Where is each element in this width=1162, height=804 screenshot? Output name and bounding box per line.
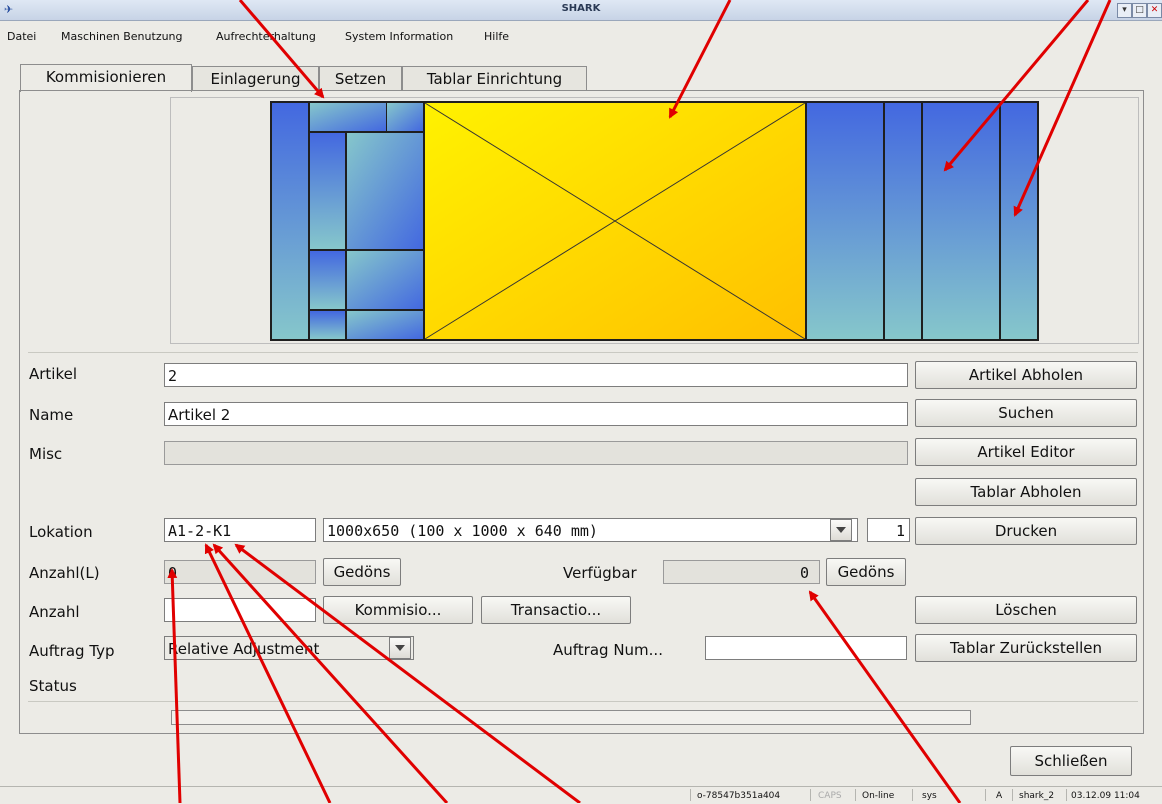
auftrag-typ-label: Auftrag Typ — [29, 642, 115, 660]
status-session: o-78547b351a404 — [697, 791, 781, 801]
progress-bar — [171, 710, 971, 725]
chevron-down-icon[interactable] — [389, 637, 411, 659]
tray-compartment[interactable] — [347, 133, 423, 249]
tray-compartment[interactable] — [310, 133, 345, 249]
auftrag-num-label: Auftrag Num... — [553, 641, 663, 659]
name-label: Name — [29, 406, 74, 424]
copies-input[interactable]: 1 — [867, 518, 910, 542]
tray-size-select[interactable]: 1000x650 (100 x 1000 x 640 mm) — [323, 518, 858, 542]
artikel-abholen-button[interactable]: Artikel Abholen — [915, 361, 1137, 389]
tray-compartment[interactable] — [310, 311, 345, 339]
separator — [28, 352, 1138, 353]
tray-compartment[interactable] — [347, 251, 423, 309]
auftrag-num-input[interactable] — [705, 636, 907, 660]
verfuegbar-input: 0 — [663, 560, 820, 584]
status-label: Status — [29, 677, 77, 695]
lokation-input[interactable]: A1-2-K1 — [164, 518, 316, 542]
artikel-label: Artikel — [29, 365, 78, 383]
drucken-button[interactable]: Drucken — [915, 517, 1137, 545]
tablar-abholen-button[interactable]: Tablar Abholen — [915, 478, 1137, 506]
tray-compartment[interactable] — [310, 251, 345, 309]
tray-compartment[interactable] — [272, 103, 308, 339]
anzahl-l-input: 0 — [164, 560, 316, 584]
tablar-zurueckstellen-button[interactable]: Tablar Zurückstellen — [915, 634, 1137, 662]
verfuegbar-label: Verfügbar — [563, 564, 637, 582]
anzahl-label: Anzahl — [29, 603, 80, 621]
auftrag-typ-select[interactable]: Relative Adjustment — [164, 636, 414, 660]
tab-kommisionieren[interactable]: Kommisionieren — [20, 64, 192, 92]
status-user: sys — [922, 791, 937, 801]
maximize-button[interactable]: □ — [1132, 3, 1147, 18]
close-window-button[interactable]: ✕ — [1147, 3, 1162, 18]
anzahl-l-label: Anzahl(L) — [29, 564, 100, 582]
status-datetime: 03.12.09 11:04 — [1071, 791, 1140, 801]
schliessen-button[interactable]: Schließen — [1010, 746, 1132, 776]
title-bar: ✈ SHARK ▾ □ ✕ — [0, 0, 1162, 21]
menu-system-information[interactable]: System Information — [345, 30, 453, 43]
tray-compartment[interactable] — [1001, 103, 1037, 339]
anzahl-input[interactable] — [164, 598, 316, 622]
tray-compartment[interactable] — [885, 103, 921, 339]
gedoens-button-2[interactable]: Gedöns — [826, 558, 906, 586]
menu-hilfe[interactable]: Hilfe — [484, 30, 509, 43]
status-mode: A — [996, 791, 1003, 801]
status-online: On-line — [862, 791, 895, 801]
tray-compartment[interactable] — [807, 103, 883, 339]
artikel-input[interactable]: 2 — [164, 363, 908, 387]
window-title: SHARK — [561, 3, 601, 14]
tab-setzen[interactable]: Setzen — [319, 66, 402, 91]
menu-maschinen-benutzung[interactable]: Maschinen Benutzung — [61, 30, 183, 43]
misc-input[interactable] — [164, 441, 908, 465]
tab-einlagerung[interactable]: Einlagerung — [192, 66, 319, 91]
kommission-button[interactable]: Kommisio... — [323, 596, 473, 624]
chevron-down-icon[interactable] — [830, 519, 852, 541]
menu-datei[interactable]: Datei — [7, 30, 36, 43]
tray-compartment[interactable] — [347, 311, 423, 339]
separator — [28, 701, 1138, 702]
misc-label: Misc — [29, 445, 63, 463]
name-input[interactable]: Artikel 2 — [164, 402, 908, 426]
loeschen-button[interactable]: Löschen — [915, 596, 1137, 624]
tray-layout-graphic — [270, 101, 1039, 341]
status-caps: CAPS — [818, 791, 842, 801]
status-bar: o-78547b351a404 CAPS On-line sys A shark… — [0, 786, 1162, 804]
tray-compartment[interactable] — [923, 103, 999, 339]
artikel-editor-button[interactable]: Artikel Editor — [915, 438, 1137, 466]
tab-tablar-einrichtung[interactable]: Tablar Einrichtung — [402, 66, 587, 91]
tray-compartment[interactable] — [310, 103, 386, 131]
tray-compartment[interactable] — [387, 103, 423, 131]
gedoens-button-1[interactable]: Gedöns — [323, 558, 401, 586]
transaction-button[interactable]: Transactio... — [481, 596, 631, 624]
lokation-label: Lokation — [29, 523, 93, 541]
status-host: shark_2 — [1019, 791, 1055, 801]
minimize-button[interactable]: ▾ — [1117, 3, 1132, 18]
suchen-button[interactable]: Suchen — [915, 399, 1137, 427]
menu-aufrechterhaltung[interactable]: Aufrechterhaltung — [216, 30, 316, 43]
